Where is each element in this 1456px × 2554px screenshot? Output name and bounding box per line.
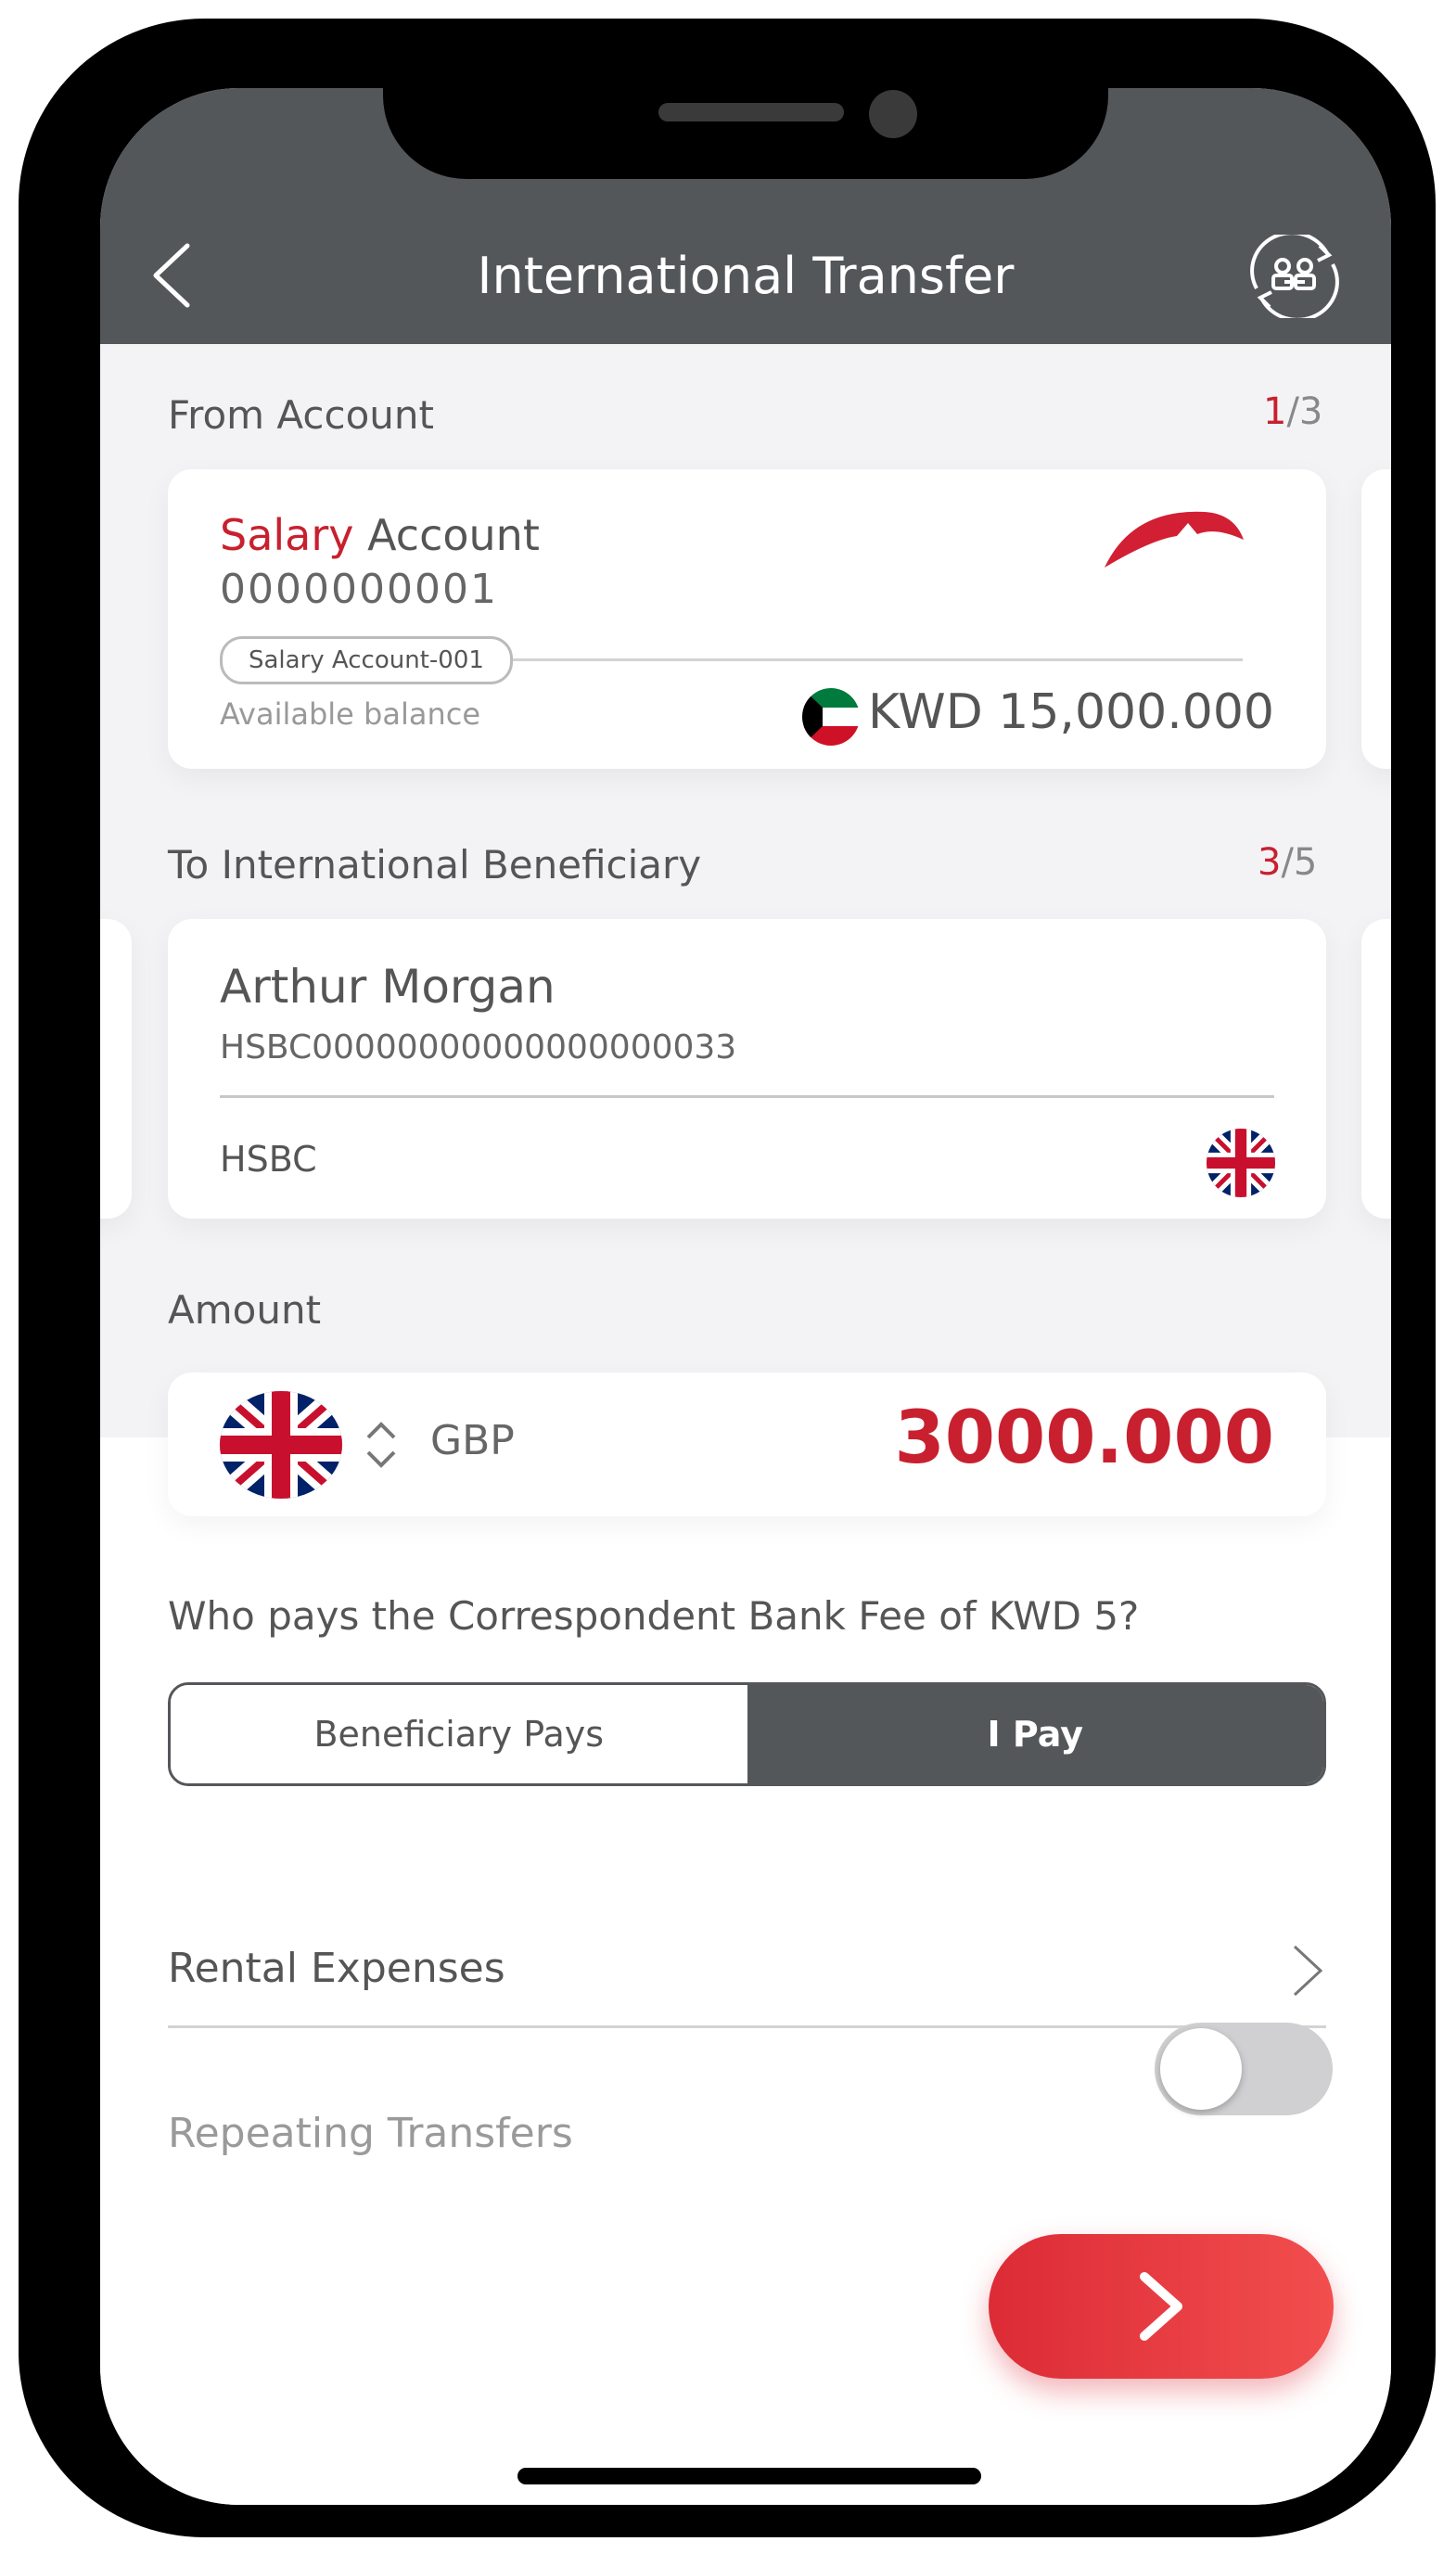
chevron-left-icon	[153, 243, 190, 308]
from-account-label: From Account	[168, 392, 434, 438]
kuwait-flag-icon	[802, 688, 860, 746]
uk-flag-icon	[220, 1391, 342, 1499]
beneficiary-counter: 3/5	[1258, 841, 1317, 884]
next-account-card-peek[interactable]	[1361, 469, 1391, 769]
beneficiary-card[interactable]: Arthur Morgan HSBC00000000000000000033 H…	[168, 919, 1326, 1219]
amount-label: Amount	[168, 1287, 322, 1333]
app-screen: International Transfer From Account 1/3 …	[100, 88, 1391, 2505]
back-button[interactable]	[147, 238, 202, 313]
beneficiary-label: To International Beneficiary	[168, 842, 702, 888]
next-beneficiary-card-peek[interactable]	[1361, 919, 1391, 1219]
prev-beneficiary-card-peek[interactable]	[100, 919, 132, 1219]
repeating-transfers-label: Repeating Transfers	[168, 2110, 573, 2157]
repeating-transfers-toggle[interactable]	[1155, 2023, 1333, 2115]
beneficiary-pays-option[interactable]: Beneficiary Pays	[171, 1685, 747, 1783]
toggle-knob	[1160, 2028, 1242, 2110]
chevron-right-icon	[1140, 2272, 1182, 2341]
home-indicator	[517, 2468, 981, 2484]
transfer-switch-icon	[1250, 231, 1339, 322]
purpose-label: Rental Expenses	[168, 1945, 505, 1992]
device-notch	[383, 88, 1108, 179]
fee-payer-segmented-control: Beneficiary Pays I Pay	[168, 1682, 1326, 1786]
phone-frame: International Transfer From Account 1/3 …	[19, 19, 1436, 2537]
account-name-highlight: Salary	[220, 510, 354, 560]
beneficiary-iban: HSBC00000000000000000033	[220, 1028, 737, 1066]
from-account-card[interactable]: Salary Account 0000000001 Salary Account…	[168, 469, 1326, 769]
amount-input[interactable]: 3000.000	[894, 1397, 1274, 1480]
from-account-counter: 1/3	[1263, 390, 1322, 433]
front-camera	[869, 90, 917, 138]
next-button[interactable]	[989, 2234, 1334, 2379]
available-balance-value: KWD 15,000.000	[868, 684, 1274, 740]
account-number: 0000000001	[220, 566, 498, 613]
fee-question: Who pays the Correspondent Bank Fee of K…	[168, 1593, 1140, 1639]
uk-flag-icon	[1207, 1129, 1275, 1197]
account-name: Salary Account	[220, 510, 540, 560]
i-pay-option[interactable]: I Pay	[747, 1685, 1323, 1783]
bank-logo-icon	[1105, 511, 1244, 568]
available-balance-label: Available balance	[220, 696, 480, 732]
account-tag: Salary Account-001	[220, 636, 513, 684]
beneficiary-name: Arthur Morgan	[220, 960, 556, 1014]
purpose-selector[interactable]: Rental Expenses	[168, 1906, 1326, 2028]
beneficiary-bank: HSBC	[220, 1139, 317, 1180]
account-name-rest: Account	[353, 510, 540, 560]
switch-transfer-button[interactable]	[1244, 231, 1346, 322]
chevron-up-down-icon	[366, 1422, 396, 1468]
currency-code[interactable]: GBP	[430, 1417, 515, 1464]
page-title: International Transfer	[477, 247, 1015, 305]
from-account-counter-current: 1	[1263, 390, 1287, 433]
beneficiary-counter-total: /5	[1281, 841, 1318, 884]
card-divider	[220, 1095, 1274, 1098]
speaker-grille	[658, 103, 844, 121]
currency-selector[interactable]	[363, 1419, 400, 1471]
amount-card[interactable]: GBP 3000.000	[168, 1373, 1326, 1516]
purpose-divider	[168, 2025, 1326, 2028]
from-account-counter-total: /3	[1286, 390, 1323, 433]
chevron-right-icon	[1293, 1945, 1323, 1997]
beneficiary-counter-current: 3	[1258, 841, 1282, 884]
